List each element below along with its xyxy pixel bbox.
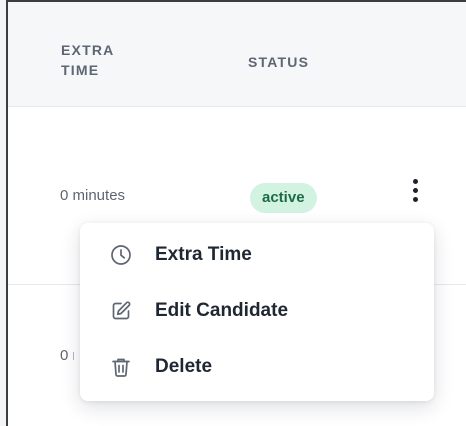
kebab-menu-icon[interactable]: [406, 178, 426, 208]
menu-item-label: Delete: [155, 356, 213, 377]
column-header-status[interactable]: STATUS: [248, 52, 309, 72]
menu-item-delete[interactable]: Delete: [80, 343, 434, 391]
extra-time-cell: 0 minutes: [60, 347, 74, 364]
trash-icon: [112, 358, 130, 377]
extra-time-cell: 0 minutes: [60, 187, 126, 204]
menu-item-edit-candidate[interactable]: Edit Candidate: [80, 287, 434, 335]
clock-icon: [111, 245, 131, 265]
column-header-extra-time[interactable]: EXTRA TIME: [61, 40, 151, 80]
menu-item-label: Extra Time: [155, 244, 252, 265]
row-actions-menu: Extra Time Edit Candidate Delete: [80, 223, 434, 401]
table-header: EXTRA TIME STATUS: [8, 2, 466, 107]
menu-item-label: Edit Candidate: [155, 300, 289, 321]
edit-icon: [112, 301, 131, 320]
menu-item-extra-time[interactable]: Extra Time: [80, 231, 434, 279]
status-badge: active: [250, 183, 317, 213]
candidates-table: EXTRA TIME STATUS 0 minutes active 0 min…: [6, 0, 466, 426]
